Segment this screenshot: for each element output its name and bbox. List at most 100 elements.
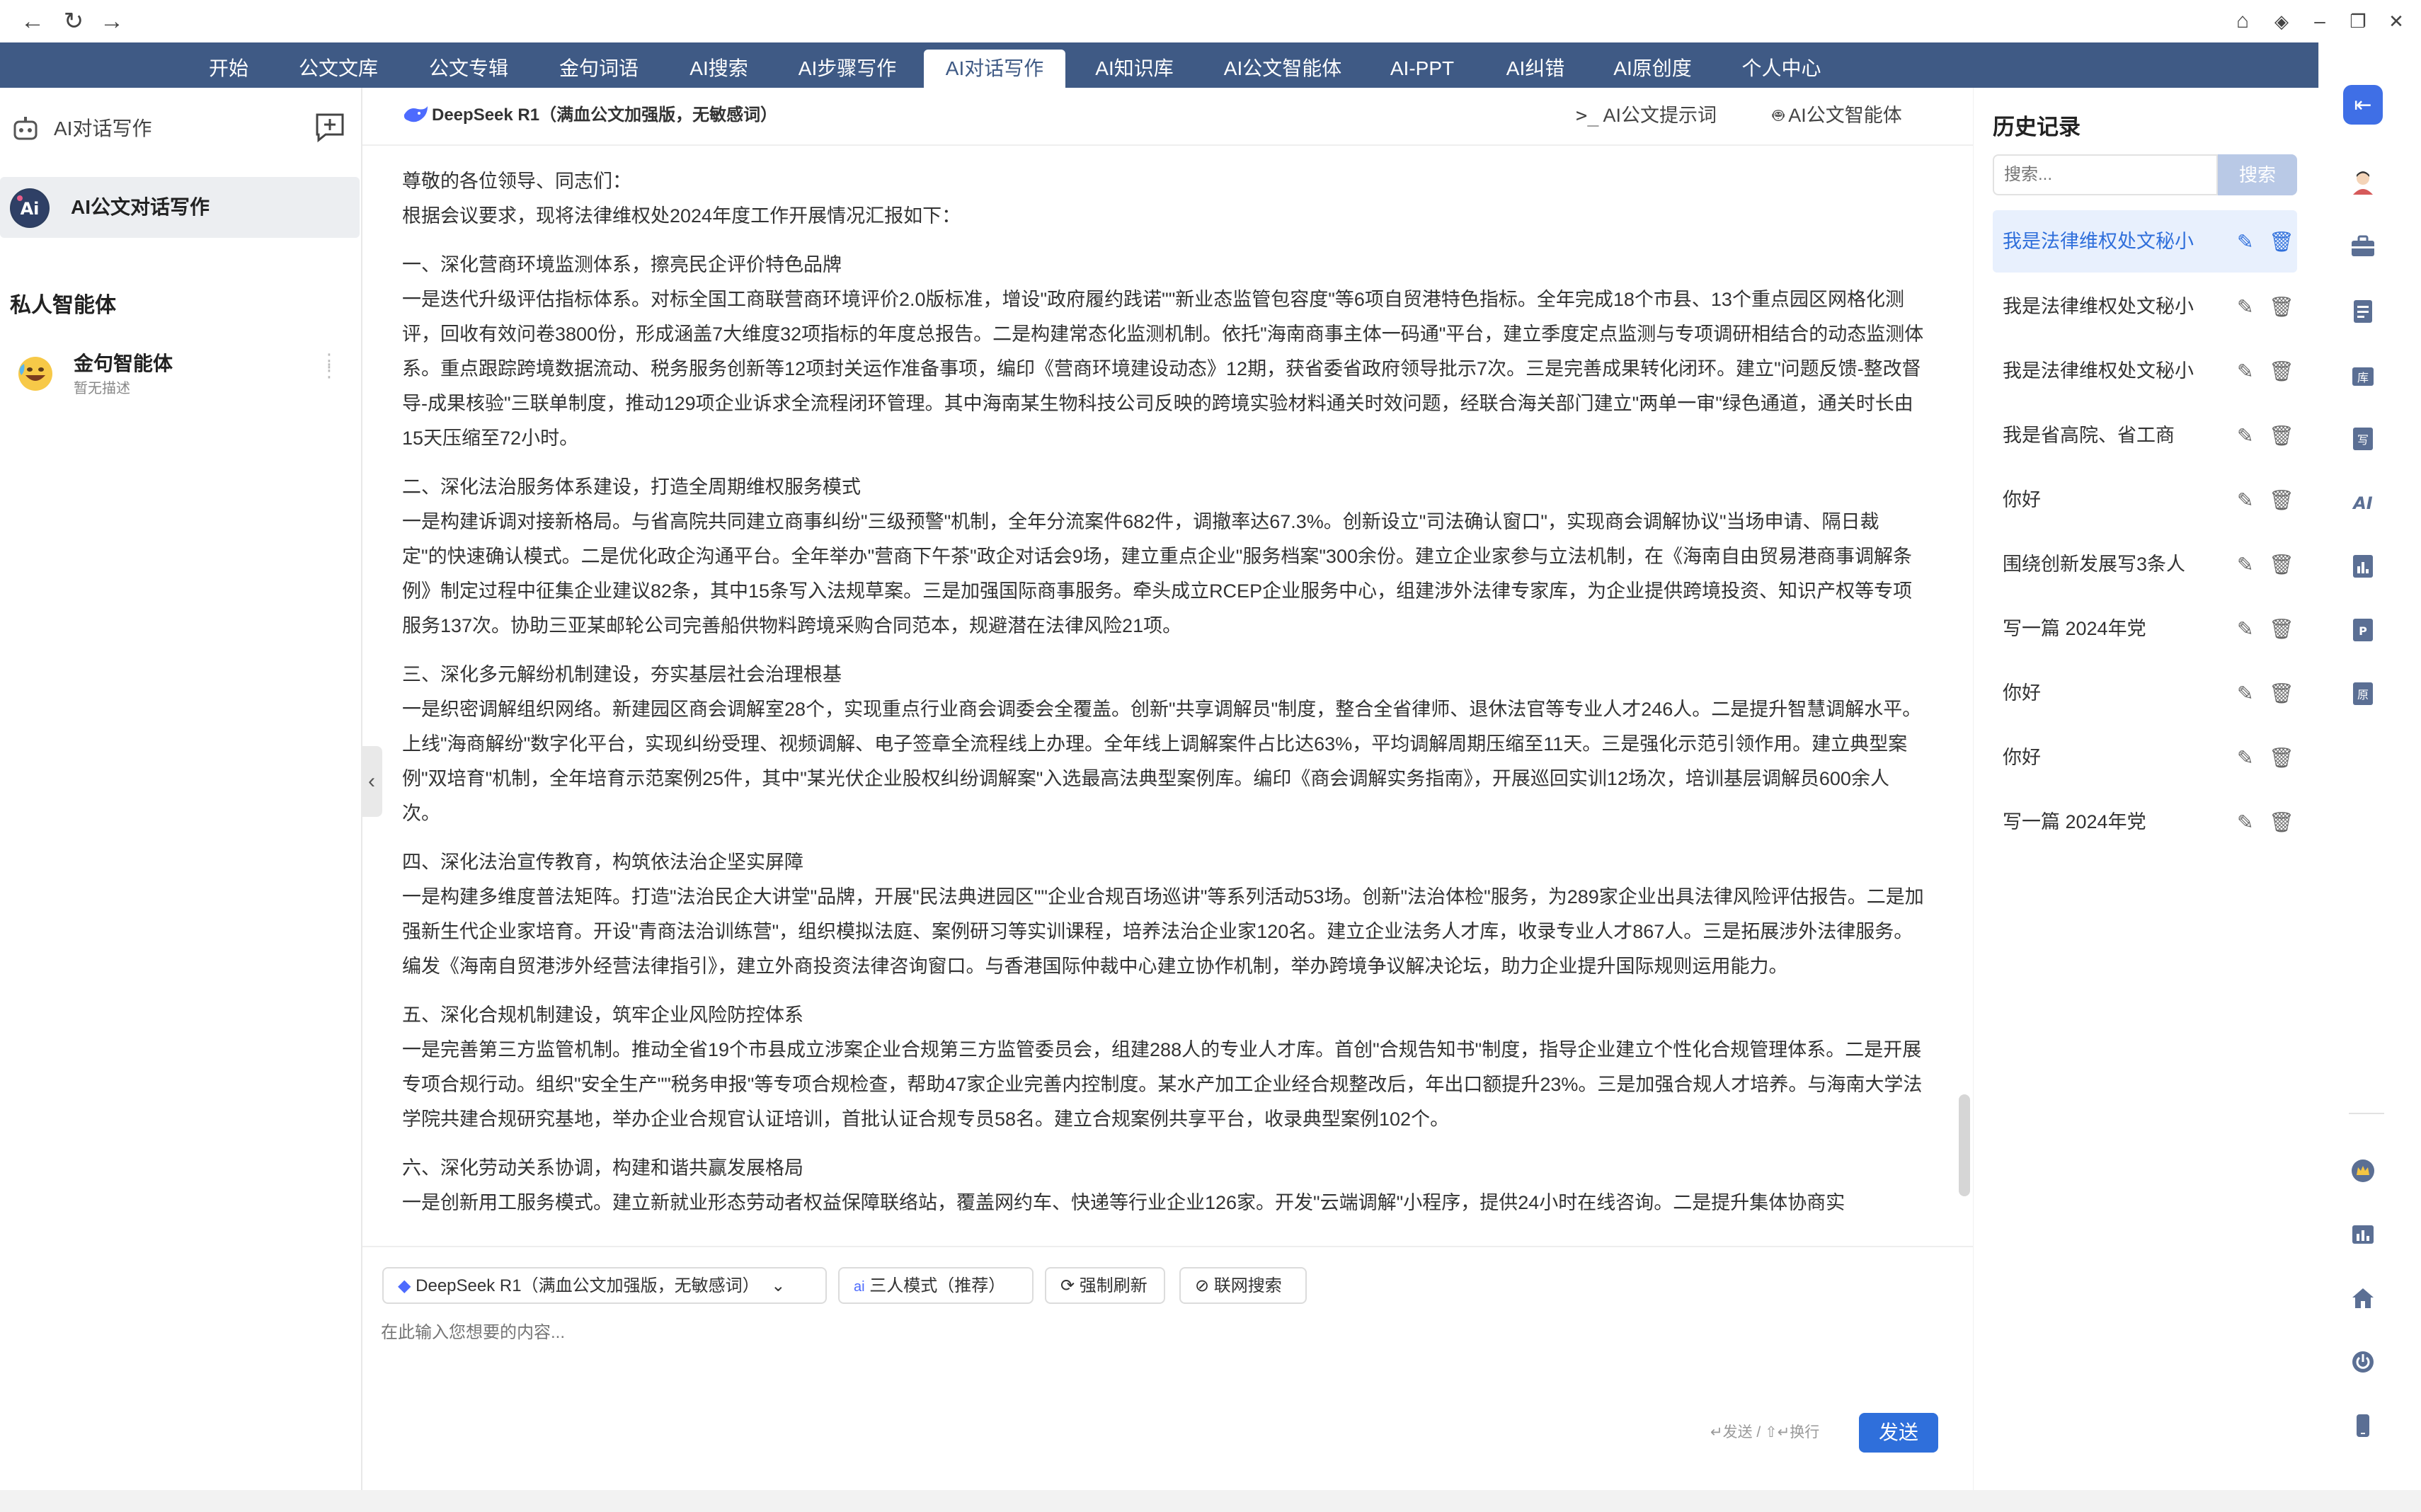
- agent-name: 金句智能体: [74, 353, 173, 374]
- tab-doc-library[interactable]: 公文文库: [289, 50, 388, 88]
- tab-ai-chat-writing[interactable]: AI对话写作: [924, 50, 1065, 88]
- original-icon[interactable]: 原: [2343, 674, 2383, 714]
- history-item[interactable]: 我是法律维权处文秘小 ✎ 🗑︎: [1993, 340, 2297, 402]
- history-item[interactable]: 写一篇 2024年党 ✎ 🗑︎: [1993, 597, 2297, 660]
- trash-icon[interactable]: 🗑︎: [2269, 617, 2294, 641]
- header-divider: [362, 144, 1973, 146]
- section-body: 一是迭代升级评估指标体系。对标全国工商联营商环境评价2.0版标准，增设"政府履约…: [402, 289, 1924, 449]
- history-item[interactable]: 围绕创新发展写3条人 ✎ 🗑︎: [1993, 533, 2297, 595]
- tab-ai-doc-agent[interactable]: AI公文智能体: [1212, 50, 1353, 88]
- tab-ai-knowledge[interactable]: AI知识库: [1083, 50, 1186, 88]
- avatar[interactable]: [2343, 161, 2383, 201]
- edit-icon[interactable]: ✎: [2237, 746, 2253, 769]
- message-input[interactable]: [379, 1317, 1940, 1404]
- library-icon[interactable]: 库: [2343, 355, 2383, 395]
- ppt-icon[interactable]: P: [2343, 610, 2383, 650]
- maximize-icon[interactable]: ❐: [2344, 7, 2372, 35]
- edit-icon[interactable]: ✎: [2237, 295, 2253, 319]
- edit-icon[interactable]: ✎: [2237, 424, 2253, 447]
- more-icon[interactable]: ⋮ ⋮: [320, 351, 338, 379]
- tab-ai-proofread[interactable]: AI纠错: [1494, 50, 1577, 88]
- tab-ai-originality[interactable]: AI原创度: [1601, 50, 1704, 88]
- trash-icon[interactable]: 🗑︎: [2269, 553, 2294, 576]
- history-item[interactable]: 我是法律维权处文秘小 ✎ 🗑︎: [1993, 210, 2297, 273]
- tab-ai-ppt[interactable]: AI-PPT: [1380, 50, 1464, 88]
- minimize-icon[interactable]: –: [2306, 7, 2334, 35]
- trash-icon[interactable]: 🗑︎: [2269, 230, 2294, 253]
- house-icon[interactable]: [2343, 1278, 2383, 1318]
- edit-icon[interactable]: ✎: [2237, 360, 2253, 383]
- history-item[interactable]: 我是法律维权处文秘小 ✎ 🗑︎: [1993, 275, 2297, 338]
- section-heading: 六、深化劳动关系协调，构建和谐共赢发展格局: [402, 1157, 803, 1179]
- edit-icon[interactable]: ✎: [2237, 682, 2253, 705]
- back-icon[interactable]: ←: [18, 7, 47, 35]
- history-search-input[interactable]: [1993, 154, 2218, 195]
- sidebar-item-ai-chat[interactable]: Ai AI公文对话写作: [0, 177, 360, 238]
- close-icon[interactable]: ✕: [2382, 7, 2410, 35]
- section-body: 一是创新用工服务模式。建立新就业形态劳动者权益保障联络站，覆盖网约车、快递等行业…: [402, 1192, 1845, 1213]
- trash-icon[interactable]: 🗑︎: [2269, 360, 2294, 383]
- trash-icon[interactable]: 🗑︎: [2269, 488, 2294, 512]
- edit-icon[interactable]: ✎: [2237, 553, 2253, 576]
- web-search-toggle[interactable]: ⊘ 联网搜索: [1179, 1267, 1307, 1304]
- collapse-panel-icon[interactable]: ⇤: [2343, 85, 2383, 125]
- tab-ai-step-writing[interactable]: AI步骤写作: [788, 50, 907, 88]
- trash-icon[interactable]: 🗑︎: [2269, 682, 2294, 705]
- edit-icon[interactable]: ✎: [2237, 230, 2253, 253]
- force-refresh-button[interactable]: ⟳ 强制刷新: [1045, 1267, 1165, 1304]
- tab-ai-search[interactable]: AI搜索: [678, 50, 760, 88]
- forward-icon[interactable]: →: [98, 7, 126, 35]
- stats-icon[interactable]: [2343, 1215, 2383, 1254]
- tab-doc-albums[interactable]: 公文专辑: [419, 50, 518, 88]
- report-icon[interactable]: [2343, 546, 2383, 586]
- write-icon[interactable]: 写: [2343, 419, 2383, 459]
- rail-divider: [2349, 1113, 2384, 1114]
- whale-icon: [402, 103, 430, 126]
- agent-item[interactable]: 金句智能体 暂无描述 ⋮ ⋮: [0, 340, 360, 403]
- scrollbar-thumb[interactable]: [1959, 1094, 1970, 1196]
- phone-icon[interactable]: [2343, 1406, 2383, 1445]
- chat-add-icon[interactable]: [314, 112, 345, 143]
- emoji-avatar-icon: [16, 354, 55, 394]
- history-item[interactable]: 你好 ✎ 🗑︎: [1993, 726, 2297, 789]
- history-item[interactable]: 我是省高院、省工商 ✎ 🗑︎: [1993, 404, 2297, 466]
- trash-icon[interactable]: 🗑︎: [2269, 811, 2294, 834]
- tab-golden-phrases[interactable]: 金句词语: [549, 50, 648, 88]
- agent-library-link[interactable]: 🤖︎ AI公文智能体: [1773, 102, 1902, 129]
- briefcase-icon[interactable]: [2343, 227, 2383, 266]
- prompt-library-label: AI公文提示词: [1603, 105, 1717, 126]
- history-search-button[interactable]: 搜索: [2218, 154, 2297, 195]
- section-heading: 五、深化合规机制建设，筑牢企业风险防控体系: [402, 1004, 803, 1026]
- edit-icon[interactable]: ✎: [2237, 488, 2253, 512]
- trash-icon[interactable]: 🗑︎: [2269, 746, 2294, 769]
- reload-icon[interactable]: ↻: [59, 7, 88, 35]
- history-item-label: 写一篇 2024年党: [2003, 618, 2146, 639]
- ai-icon[interactable]: AI: [2343, 483, 2383, 522]
- power-icon[interactable]: [2343, 1342, 2383, 1382]
- prompt-library-link[interactable]: >_ AI公文提示词: [1576, 102, 1717, 130]
- greeting: 尊敬的各位领导、同志们：: [402, 171, 631, 192]
- edit-icon[interactable]: ✎: [2237, 617, 2253, 641]
- svg-text:原: 原: [2357, 688, 2369, 701]
- history-item[interactable]: 你好 ✎ 🗑︎: [1993, 662, 2297, 724]
- agent-library-label: AI公文智能体: [1788, 105, 1902, 126]
- crown-icon[interactable]: [2343, 1151, 2383, 1191]
- trash-icon[interactable]: 🗑︎: [2269, 295, 2294, 319]
- tab-start[interactable]: 开始: [197, 50, 261, 88]
- svg-text:库: 库: [2357, 371, 2369, 384]
- history-item[interactable]: 写一篇 2024年党 ✎ 🗑︎: [1993, 791, 2297, 853]
- no-wifi-icon: ⊘: [1195, 1276, 1210, 1295]
- collapse-sidebar-handle[interactable]: ‹: [361, 746, 382, 817]
- send-button[interactable]: 发送: [1859, 1413, 1938, 1453]
- model-select[interactable]: ◆ DeepSeek R1（满血公文加强版，无敏感词） ⌄: [382, 1267, 827, 1304]
- home-icon[interactable]: ⌂: [2228, 7, 2257, 35]
- tab-personal-center[interactable]: 个人中心: [1730, 50, 1833, 88]
- shield-icon[interactable]: ◈: [2267, 7, 2296, 35]
- document-icon[interactable]: [2343, 292, 2383, 331]
- trash-icon[interactable]: 🗑︎: [2269, 424, 2294, 447]
- edit-icon[interactable]: ✎: [2237, 811, 2253, 834]
- history-item-label: 你好: [2003, 682, 2041, 704]
- history-item[interactable]: 你好 ✎ 🗑︎: [1993, 469, 2297, 531]
- mode-select[interactable]: ai 三人模式（推荐）: [838, 1267, 1034, 1304]
- svg-text:AI: AI: [2352, 493, 2373, 513]
